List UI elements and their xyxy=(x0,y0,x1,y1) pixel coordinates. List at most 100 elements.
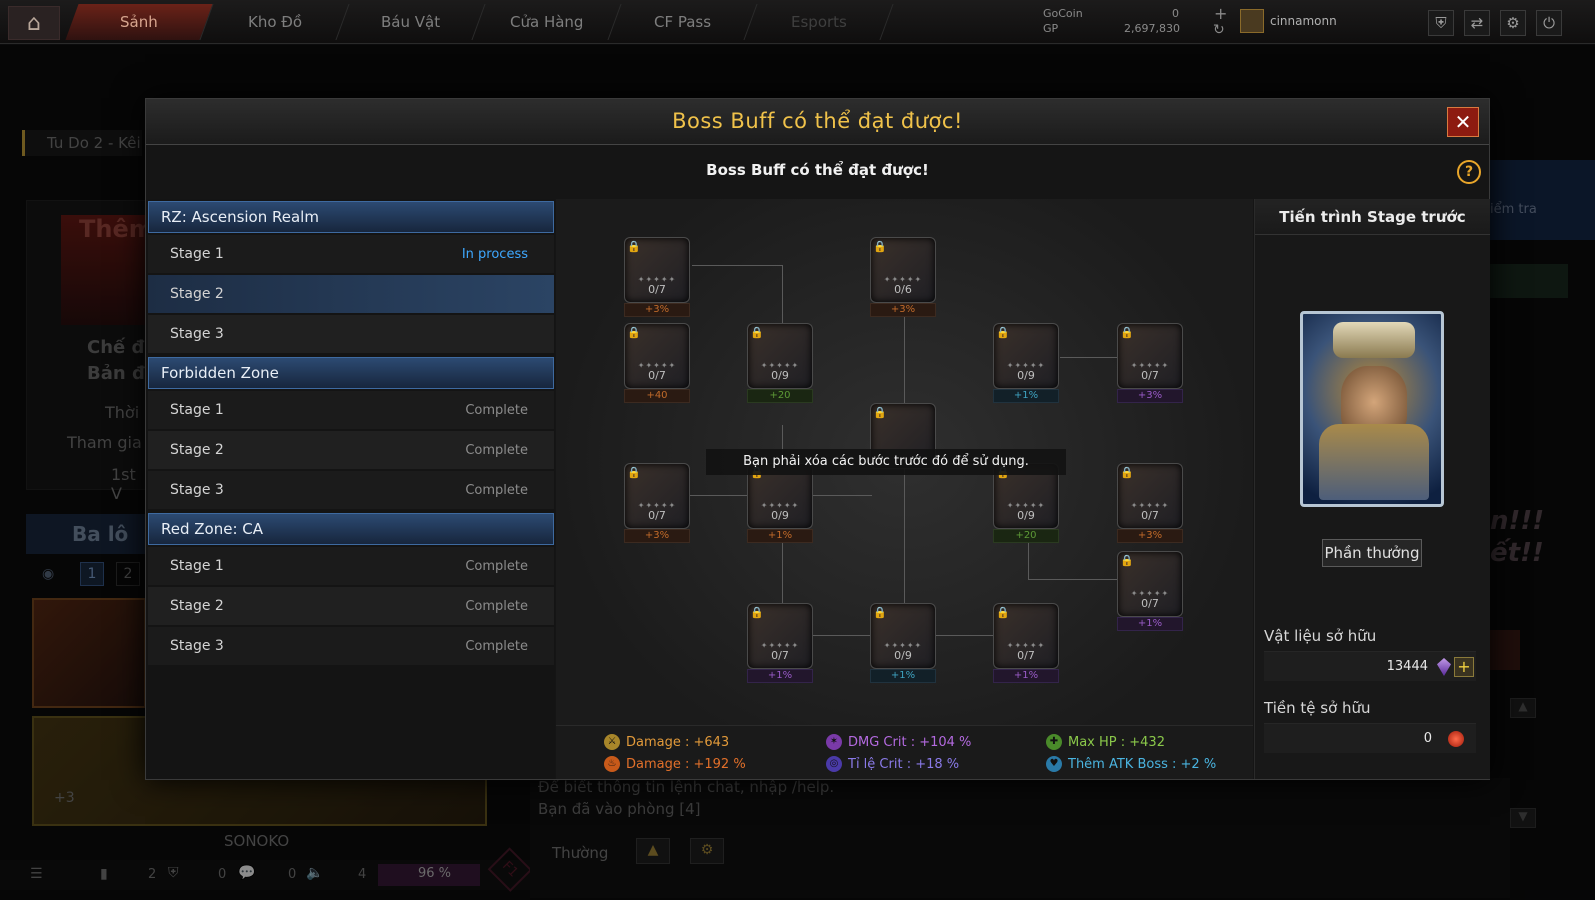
lock-icon: 🔒 xyxy=(1120,466,1134,479)
node-count: 0/7 xyxy=(1141,369,1159,382)
stat-text: DMG Crit : +104 % xyxy=(848,734,972,750)
currency-field: 0 xyxy=(1264,723,1476,753)
node-count: 0/7 xyxy=(771,649,789,662)
stage-item[interactable]: Stage 1 Complete xyxy=(148,391,554,429)
avatar[interactable] xyxy=(1240,9,1264,33)
stat-text: Damage : +643 xyxy=(626,734,730,750)
close-button[interactable]: ✕ xyxy=(1447,107,1479,137)
stage-item[interactable]: Stage 2 Complete xyxy=(148,587,554,625)
node-bonus: +3% xyxy=(624,529,690,543)
buff-node[interactable]: 🔒 ✦✦✦✦✦ 0/6 xyxy=(870,237,936,303)
tab-treasure[interactable]: Báu Vật xyxy=(337,4,486,40)
tab-label: Sảnh xyxy=(120,13,158,31)
buff-node[interactable]: 🔒 ✦✦✦✦✦ 0/7 xyxy=(1117,463,1183,529)
group-header: Forbidden Zone xyxy=(148,357,554,389)
node-count: 0/7 xyxy=(648,509,666,522)
lock-icon: 🔒 xyxy=(996,606,1010,619)
power-icon[interactable]: ⏻ xyxy=(1536,10,1562,36)
buff-node[interactable]: 🔒 ✦✦✦✦✦ 0/7 xyxy=(1117,551,1183,617)
stage-item[interactable]: Stage 1 In process xyxy=(148,235,554,273)
add-material-button[interactable]: + xyxy=(1454,657,1474,677)
home-icon[interactable]: ⌂ xyxy=(8,6,60,40)
stage-label: Stage 1 xyxy=(170,246,224,262)
node-count: 0/9 xyxy=(771,369,789,382)
node-count: 0/6 xyxy=(894,283,912,296)
stage-status: Complete xyxy=(465,482,528,498)
stage-label: Stage 2 xyxy=(170,598,224,614)
stage-label: Stage 1 xyxy=(170,558,224,574)
stage-item[interactable]: Stage 3 xyxy=(148,315,554,353)
buff-node[interactable]: 🔒 ✦✦✦✦✦ 0/7 xyxy=(993,603,1059,669)
node-count: 0/9 xyxy=(1017,509,1035,522)
heal-icon: ✚ xyxy=(1046,734,1062,750)
tab-inventory[interactable]: Kho Đồ xyxy=(201,4,350,40)
node-count: 0/9 xyxy=(1017,369,1035,382)
lock-icon: 🔒 xyxy=(996,326,1010,339)
buff-tree: 🔒 ✦✦✦✦✦ 0/7 +3% 🔒 ✦✦✦✦✦ 0/6 +3% 🔒 ✦✦✦✦✦ 0/7 +4… xyxy=(556,199,1253,779)
stage-item[interactable]: Stage 2 Complete xyxy=(148,431,554,469)
stat-text: Max HP : +432 xyxy=(1068,734,1165,750)
gear-icon[interactable]: ⚙ xyxy=(1500,10,1526,36)
help-icon[interactable]: ? xyxy=(1457,160,1481,184)
stage-list: RZ: Ascension Realm Stage 1 In process St… xyxy=(146,199,555,779)
swap-icon[interactable]: ⇄ xyxy=(1464,10,1490,36)
fire-icon: ♨ xyxy=(604,756,620,772)
tab-label: CF Pass xyxy=(654,13,712,31)
stage-item[interactable]: Stage 1 Complete xyxy=(148,547,554,585)
tree-connector xyxy=(782,265,783,325)
stage-label: Stage 1 xyxy=(170,402,224,418)
tab-cf-pass[interactable]: CF Pass xyxy=(609,4,758,40)
tab-label: Báu Vật xyxy=(381,13,441,31)
node-count: 0/7 xyxy=(1017,649,1035,662)
previous-stage-panel: Tiến trình Stage trước Phần thưởng Vật l… xyxy=(1254,199,1490,779)
gp-value: 2,697,830 xyxy=(1124,22,1180,35)
node-bonus: +40 xyxy=(624,389,690,403)
refresh-icon[interactable]: ↻ xyxy=(1213,22,1225,38)
reward-button[interactable]: Phần thưởng xyxy=(1322,539,1422,567)
tree-connector xyxy=(1028,579,1118,580)
buff-node[interactable]: 🔒 ✦✦✦✦✦ 0/7 xyxy=(624,323,690,389)
stage-label: Stage 3 xyxy=(170,326,224,342)
target-icon: ◎ xyxy=(826,756,842,772)
buff-node[interactable]: 🔒 ✦✦✦✦✦ 0/7 xyxy=(624,237,690,303)
materials-label: Vật liệu sở hữu xyxy=(1264,627,1377,645)
node-bonus: +3% xyxy=(624,303,690,317)
currency-label: Tiền tệ sở hữu xyxy=(1264,699,1371,717)
stage-status: Complete xyxy=(465,442,528,458)
node-count: 0/7 xyxy=(1141,509,1159,522)
add-coin-icon[interactable]: + xyxy=(1214,4,1227,23)
stat-crit-rate: ◎ Tỉ lệ Crit : +18 % xyxy=(826,756,959,772)
tab-label: Cửa Hàng xyxy=(510,13,584,31)
gocoin-value: 0 xyxy=(1172,7,1179,20)
buff-node[interactable]: 🔒 ✦✦✦✦✦ 0/7 xyxy=(624,463,690,529)
buff-node[interactable]: 🔒✦✦✦✦✦0/9 xyxy=(747,323,813,389)
tab-label: Kho Đồ xyxy=(247,13,303,31)
tab-lobby[interactable]: Sảnh xyxy=(65,4,214,40)
node-bonus: +1% xyxy=(870,669,936,683)
buff-node[interactable]: 🔒✦✦✦✦✦0/9 xyxy=(870,603,936,669)
lock-icon: 🔒 xyxy=(1120,554,1134,567)
stage-label: Stage 3 xyxy=(170,482,224,498)
stage-item[interactable]: Stage 2 xyxy=(148,275,554,313)
lock-icon: 🔒 xyxy=(1120,326,1134,339)
node-bonus: +1% xyxy=(747,669,813,683)
stage-item[interactable]: Stage 3 Complete xyxy=(148,471,554,509)
top-nav: ⌂ Sảnh Kho Đồ Báu Vật Cửa Hàng CF Pass E… xyxy=(0,0,1595,44)
buff-node[interactable]: 🔒✦✦✦✦✦0/9 xyxy=(993,323,1059,389)
lock-icon: 🔒 xyxy=(873,240,887,253)
tab-shop[interactable]: Cửa Hàng xyxy=(473,4,622,40)
node-count: 0/7 xyxy=(648,369,666,382)
coin-icon xyxy=(1448,731,1464,747)
node-bonus: +1% xyxy=(993,669,1059,683)
shield-icon[interactable]: ⛨ xyxy=(1428,10,1454,36)
node-bonus: +3% xyxy=(870,303,936,317)
tab-label: Esports xyxy=(791,13,847,31)
tree-connector xyxy=(692,265,782,266)
buff-node[interactable]: 🔒 ✦✦✦✦✦ 0/7 xyxy=(747,603,813,669)
game-screen: ⌂ Sảnh Kho Đồ Báu Vật Cửa Hàng CF Pass E… xyxy=(0,0,1595,900)
stage-item[interactable]: Stage 3 Complete xyxy=(148,627,554,665)
stage-status: Complete xyxy=(465,558,528,574)
modal-subtitle: Boss Buff có thể đạt được! xyxy=(706,161,929,179)
tab-esports[interactable]: Esports xyxy=(745,4,894,40)
buff-node[interactable]: 🔒 ✦✦✦✦✦ 0/7 xyxy=(1117,323,1183,389)
